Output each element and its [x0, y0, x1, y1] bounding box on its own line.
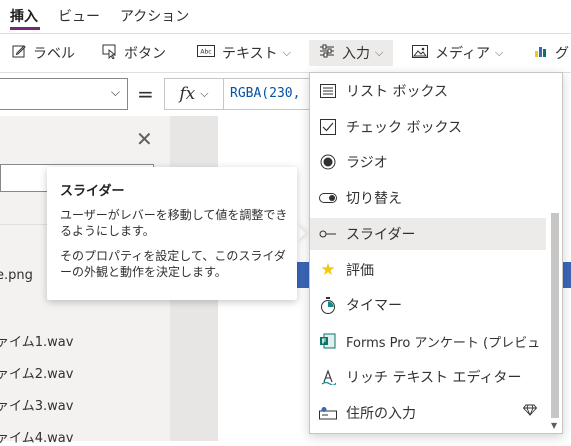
input-dropdown-label: 入力: [342, 46, 370, 62]
tab-action[interactable]: アクション: [120, 6, 189, 26]
address-input-icon: [317, 406, 339, 420]
radio-icon: [317, 154, 339, 170]
menu-item-label: スライダー: [346, 227, 416, 243]
menu-scrollbar-thumb[interactable]: [551, 213, 559, 418]
menu-item-label: タイマー: [346, 298, 402, 314]
tooltip-details: そのプロパティを設定して、このスライダーの外観と動作を決定します。: [60, 249, 286, 279]
slider-icon: [317, 230, 339, 238]
menu-item-label: リスト ボックス: [346, 84, 449, 100]
file-item[interactable]: e.png: [0, 268, 33, 283]
menu-item-forms-pro[interactable]: F Forms Pro アンケート (プレビュ: [310, 325, 546, 357]
file-item[interactable]: ァイム3.wav: [0, 395, 73, 414]
rich-text-icon: [317, 369, 339, 385]
toggle-icon: [317, 193, 339, 203]
menu-item-rich-text[interactable]: リッチ テキスト エディター: [310, 361, 546, 393]
edit-icon: [12, 44, 26, 62]
svg-text:F: F: [322, 338, 327, 346]
fx-button[interactable]: fx ⌵: [164, 78, 224, 110]
tooltip-title: スライダー: [60, 184, 125, 199]
menu-item-label: 評価: [346, 263, 374, 279]
label-button[interactable]: ラベル: [12, 40, 75, 66]
property-selector[interactable]: ⌵: [0, 78, 128, 110]
menu-item-timer[interactable]: タイマー: [310, 289, 546, 321]
chart-icon: [534, 44, 548, 62]
media-dropdown[interactable]: メディア ⌵: [412, 40, 503, 66]
text-dropdown-label: テキスト: [222, 46, 278, 62]
button-icon: [102, 44, 117, 63]
equals-sign: =: [137, 82, 154, 106]
tab-insert[interactable]: 挿入: [10, 6, 38, 26]
tab-view[interactable]: ビュー: [58, 6, 100, 26]
menu-item-label: Forms Pro アンケート (プレビュ: [346, 335, 541, 351]
forms-pro-icon: F: [317, 333, 339, 349]
checkbox-icon: [317, 119, 339, 135]
text-dropdown[interactable]: Abc テキスト ⌵: [197, 40, 291, 66]
file-item[interactable]: ァイム2.wav: [0, 363, 73, 382]
selected-control-edge: [296, 262, 310, 288]
star-icon: ★: [320, 260, 336, 280]
input-menu: リスト ボックス チェック ボックス ラジオ 切り替え スライダー ★ 評価 タ…: [309, 72, 563, 434]
chart-dropdown-label: グ: [555, 46, 569, 62]
list-box-icon: [317, 84, 339, 98]
file-item[interactable]: ァイム1.wav: [0, 331, 73, 350]
button-button[interactable]: ボタン: [102, 40, 166, 66]
scroll-down-arrow-icon[interactable]: ▼: [551, 421, 557, 430]
menu-item-rating[interactable]: ★ 評価: [310, 254, 546, 286]
menu-item-label: チェック ボックス: [346, 120, 463, 136]
svg-text:Abc: Abc: [200, 49, 211, 56]
menu-item-address-input[interactable]: 住所の入力: [310, 397, 546, 429]
chevron-down-icon: ⌵: [200, 87, 209, 100]
label-button-label: ラベル: [33, 46, 75, 62]
menu-item-toggle[interactable]: 切り替え: [310, 182, 546, 214]
media-dropdown-label: メディア: [435, 46, 491, 62]
button-button-label: ボタン: [124, 46, 166, 62]
formula-text: RGBA(230,: [230, 86, 301, 101]
input-sliders-icon: [319, 44, 335, 62]
menu-item-radio[interactable]: ラジオ: [310, 146, 546, 178]
premium-diamond-icon: [522, 404, 538, 420]
close-icon[interactable]: ✕: [136, 127, 153, 151]
tab-divider: [0, 33, 571, 34]
menu-item-label: 切り替え: [346, 191, 402, 207]
menu-item-list-box[interactable]: リスト ボックス: [310, 75, 546, 107]
chevron-down-icon: ⌵: [110, 85, 120, 99]
image-icon: [412, 44, 428, 62]
chart-dropdown[interactable]: グ: [534, 40, 569, 66]
text-abc-icon: Abc: [197, 45, 215, 61]
menu-item-checkbox[interactable]: チェック ボックス: [310, 111, 546, 143]
input-dropdown[interactable]: 入力 ⌵: [309, 40, 394, 66]
chevron-down-icon: ⌵: [282, 46, 291, 59]
tooltip-description: ユーザーがレバーを移動して値を調整できるようにします。: [60, 208, 288, 238]
slider-tooltip: スライダー ユーザーがレバーを移動して値を調整できるようにします。 そのプロパテ…: [47, 167, 297, 300]
timer-icon: [317, 296, 339, 314]
menu-item-label: 住所の入力: [346, 406, 416, 422]
menu-item-label: リッチ テキスト エディター: [346, 370, 522, 386]
chevron-down-icon: ⌵: [495, 46, 504, 59]
menu-item-slider[interactable]: スライダー: [310, 218, 546, 250]
file-item[interactable]: ァイム4.wav: [0, 427, 73, 446]
menu-item-label: ラジオ: [346, 155, 388, 171]
active-tab-indicator: [10, 27, 40, 30]
chevron-down-icon: ⌵: [375, 46, 384, 59]
fx-icon: fx: [179, 84, 196, 104]
